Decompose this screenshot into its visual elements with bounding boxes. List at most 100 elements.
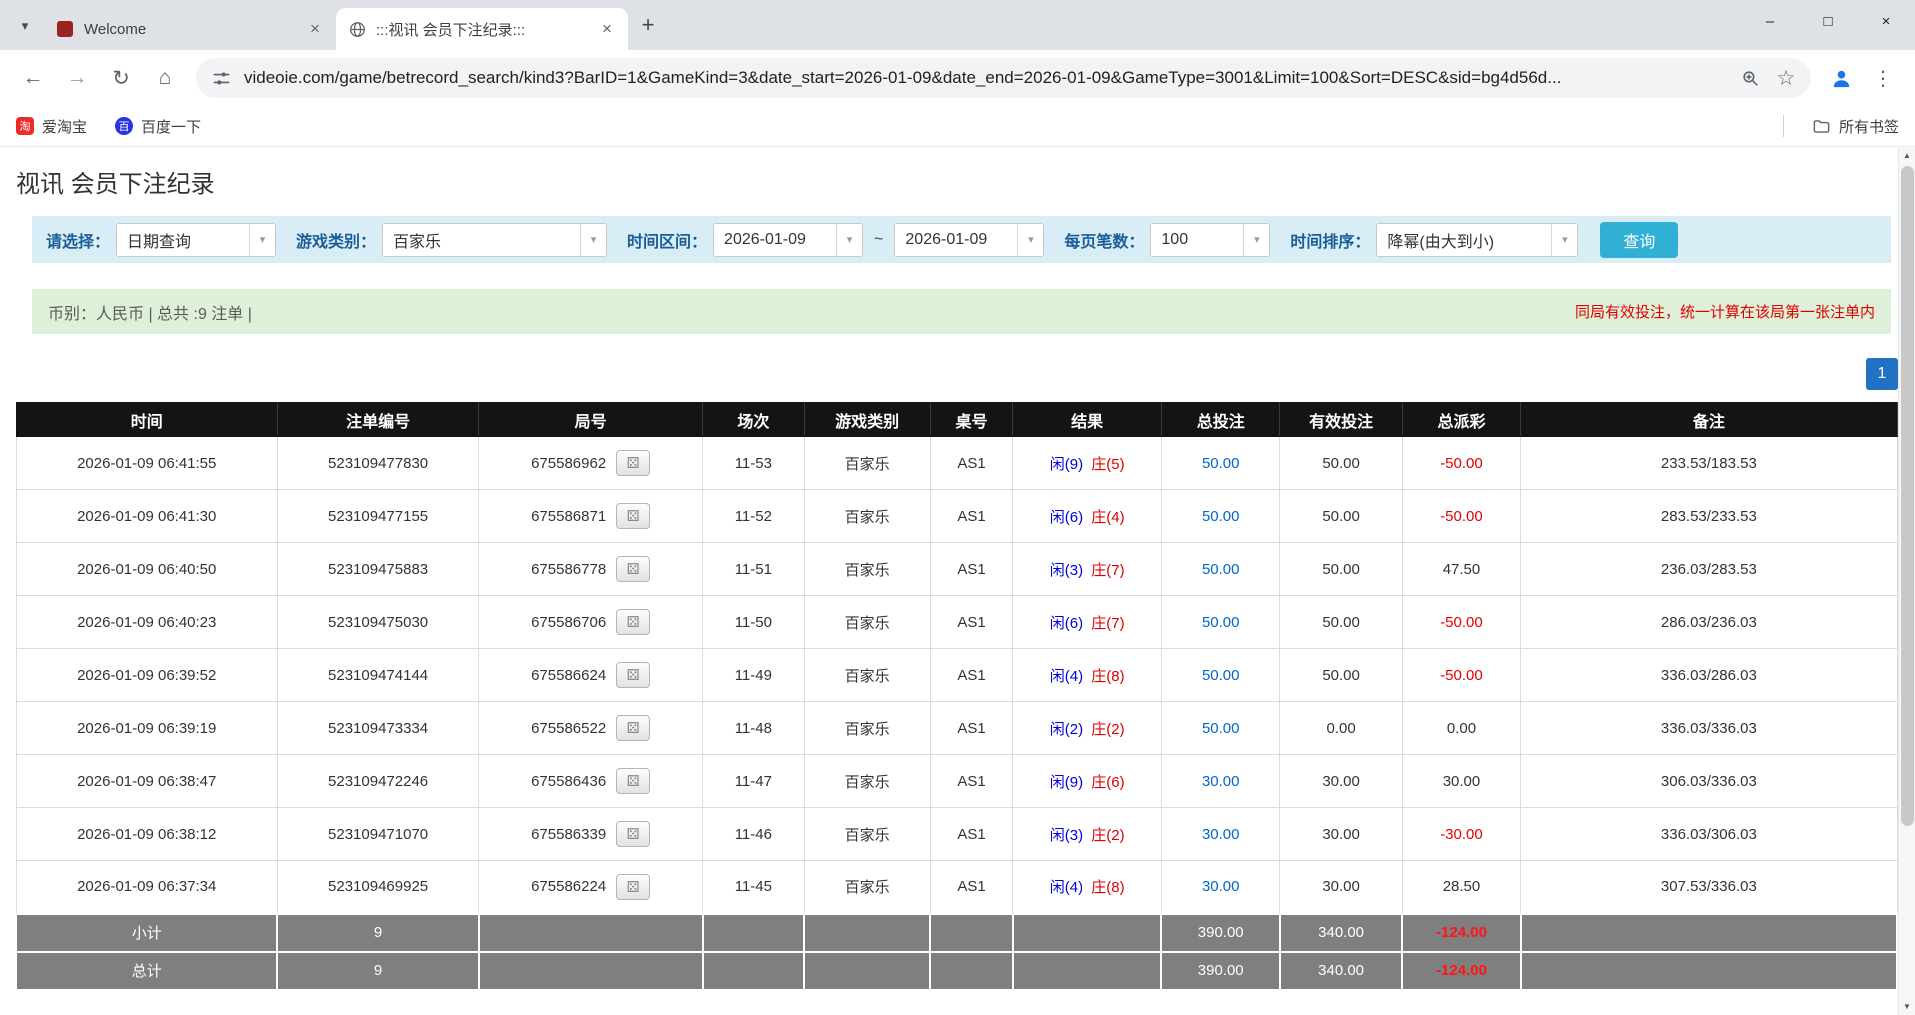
tab-welcome[interactable]: Welcome × <box>44 8 336 50</box>
round-detail-button[interactable]: ⚄ <box>616 821 650 847</box>
cell-total-bet[interactable]: 50.00 <box>1161 596 1280 649</box>
cell-bet-id: 523109473334 <box>277 702 478 755</box>
round-detail-button[interactable]: ⚄ <box>616 715 650 741</box>
close-tab-icon[interactable]: × <box>304 18 326 40</box>
round-detail-button[interactable]: ⚄ <box>616 662 650 688</box>
pagination: 1 <box>0 358 1898 390</box>
kebab-menu-icon: ⋮ <box>1873 66 1893 91</box>
scrollbar-thumb[interactable] <box>1901 166 1914 826</box>
result-player: 闲(9) <box>1050 456 1083 473</box>
summary-notice: 同局有效投注，统一计算在该局第一张注单内 <box>1575 301 1875 322</box>
cell-valid-bet: 30.00 <box>1280 755 1402 808</box>
page-size-select[interactable]: 100 ▾ <box>1150 223 1270 257</box>
bookmark-itaobao[interactable]: 淘 爱淘宝 <box>16 116 87 137</box>
search-button[interactable]: 查询 <box>1600 222 1678 258</box>
cell-table-no: AS1 <box>930 490 1013 543</box>
filter-bar: 请选择： 日期查询 ▾ 游戏类别： 百家乐 ▾ 时间区间： 2026-01-09… <box>32 216 1891 263</box>
bookmark-label: 爱淘宝 <box>42 116 87 137</box>
cell-game-type: 百家乐 <box>804 861 930 914</box>
back-button[interactable]: ← <box>12 57 54 99</box>
cell-note: 236.03/283.53 <box>1521 543 1897 596</box>
forward-icon: → <box>67 66 88 90</box>
empty-cell <box>1521 914 1897 952</box>
cell-total-bet[interactable]: 50.00 <box>1161 490 1280 543</box>
profile-avatar[interactable] <box>1821 58 1861 98</box>
page-title: 视讯 会员下注纪录 <box>16 171 1915 199</box>
cell-note: 336.03/306.03 <box>1521 808 1897 861</box>
total-payout: -124.00 <box>1402 952 1521 990</box>
round-number: 675586436 <box>531 773 606 790</box>
cell-total-bet[interactable]: 50.00 <box>1161 702 1280 755</box>
cell-total-bet[interactable]: 50.00 <box>1161 649 1280 702</box>
total-count: 9 <box>277 952 478 990</box>
select-type-label: 请选择： <box>46 228 110 252</box>
cell-session: 11-52 <box>703 490 805 543</box>
site-settings-icon[interactable] <box>208 65 234 91</box>
address-bar[interactable]: videoie.com/game/betrecord_search/kind3?… <box>196 58 1811 98</box>
maximize-button[interactable]: □ <box>1799 0 1857 42</box>
minimize-button[interactable]: – <box>1741 0 1799 42</box>
forward-button[interactable]: → <box>56 57 98 99</box>
empty-cell <box>1013 952 1162 990</box>
new-tab-button[interactable]: + <box>632 9 664 41</box>
url-text[interactable]: videoie.com/game/betrecord_search/kind3?… <box>244 68 1727 88</box>
sort-select[interactable]: 降幂(由大到小) ▾ <box>1376 223 1578 257</box>
cell-total-bet[interactable]: 30.00 <box>1161 861 1280 914</box>
bookmark-baidu[interactable]: 百 百度一下 <box>115 116 201 137</box>
refresh-button[interactable]: ↻ <box>100 57 142 99</box>
home-button[interactable]: ⌂ <box>144 57 186 99</box>
round-detail-button[interactable]: ⚄ <box>616 874 650 900</box>
date-start-select[interactable]: 2026-01-09 ▾ <box>713 223 863 257</box>
cell-note: 233.53/183.53 <box>1521 437 1897 490</box>
round-detail-button[interactable]: ⚄ <box>616 768 650 794</box>
zoom-icon[interactable] <box>1737 65 1763 91</box>
cell-total-bet[interactable]: 50.00 <box>1161 437 1280 490</box>
cell-total-bet[interactable]: 30.00 <box>1161 755 1280 808</box>
table-row: 2026-01-09 06:41:55 523109477830 6755869… <box>16 437 1897 490</box>
close-window-button[interactable]: × <box>1857 0 1915 42</box>
cell-total-bet[interactable]: 30.00 <box>1161 808 1280 861</box>
window-controls: – □ × <box>1741 0 1915 42</box>
bookmark-star-icon[interactable]: ☆ <box>1773 65 1799 91</box>
round-number: 675586522 <box>531 720 606 737</box>
cell-valid-bet: 30.00 <box>1280 808 1402 861</box>
summary-info: 币别：人民币 | 总共 :9 注单 | <box>48 300 252 324</box>
result-banker: 庄(2) <box>1091 827 1124 844</box>
result-player: 闲(2) <box>1050 721 1083 738</box>
close-tab-icon[interactable]: × <box>596 18 618 40</box>
table-row: 2026-01-09 06:40:23 523109475030 6755867… <box>16 596 1897 649</box>
tab-search-button[interactable]: ▾ <box>10 11 40 41</box>
table-row: 2026-01-09 06:38:12 523109471070 6755863… <box>16 808 1897 861</box>
query-type-select[interactable]: 日期查询 ▾ <box>116 223 276 257</box>
cell-round: 675586778 ⚄ <box>479 543 703 596</box>
cell-result: 闲(6) 庄(4) <box>1013 490 1162 543</box>
all-bookmarks-button[interactable]: 所有书签 <box>1812 116 1899 137</box>
tab-bet-records[interactable]: :::视讯 会员下注纪录::: × <box>336 8 628 50</box>
round-detail-button[interactable]: ⚄ <box>616 609 650 635</box>
chevron-down-icon: ▾ <box>1551 224 1577 256</box>
cell-game-type: 百家乐 <box>804 702 930 755</box>
cell-result: 闲(9) 庄(6) <box>1013 755 1162 808</box>
cell-session: 11-48 <box>703 702 805 755</box>
cell-result: 闲(3) 庄(7) <box>1013 543 1162 596</box>
col-header-payout: 总派彩 <box>1402 403 1521 437</box>
browser-menu-button[interactable]: ⋮ <box>1863 58 1903 98</box>
cell-game-type: 百家乐 <box>804 649 930 702</box>
scroll-up-button[interactable]: ▲ <box>1899 147 1915 164</box>
result-banker: 庄(8) <box>1091 668 1124 685</box>
result-banker: 庄(4) <box>1091 509 1124 526</box>
cell-time: 2026-01-09 06:41:55 <box>16 437 277 490</box>
cell-total-bet[interactable]: 50.00 <box>1161 543 1280 596</box>
chevron-down-icon: ▾ <box>249 224 275 256</box>
round-detail-button[interactable]: ⚄ <box>616 450 650 476</box>
round-detail-button[interactable]: ⚄ <box>616 556 650 582</box>
game-type-select[interactable]: 百家乐 ▾ <box>382 223 607 257</box>
scroll-down-button[interactable]: ▼ <box>1899 998 1915 1015</box>
cell-result: 闲(4) 庄(8) <box>1013 649 1162 702</box>
empty-cell <box>1013 914 1162 952</box>
tab-bar: ▾ Welcome × :::视讯 会员下注纪录::: × + – □ × <box>0 0 1915 50</box>
page-number-button[interactable]: 1 <box>1866 358 1898 390</box>
date-end-select[interactable]: 2026-01-09 ▾ <box>894 223 1044 257</box>
round-detail-button[interactable]: ⚄ <box>616 503 650 529</box>
cell-note: 336.03/336.03 <box>1521 702 1897 755</box>
